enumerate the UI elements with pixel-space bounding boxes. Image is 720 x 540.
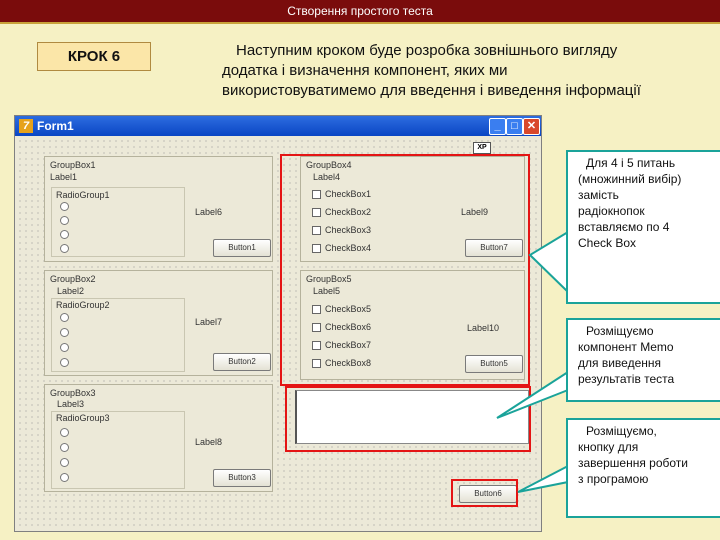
callout-line: замість: [578, 188, 619, 202]
callout-line: компонент Memo: [578, 340, 674, 354]
callout-line: з програмою: [578, 472, 649, 486]
callout-checkbox-note: Для 4 і 5 питань (множинний вибір) заміс…: [566, 150, 720, 304]
callout-line: Check Box: [578, 236, 637, 250]
callout-line: Для 4 і 5 питань: [586, 156, 676, 170]
callout-line: Розміщуємо,: [586, 424, 657, 438]
callout-line: кнопку для: [578, 440, 639, 454]
callout-pointer-memo: [496, 370, 569, 419]
callout-line: (множинний вибір): [578, 172, 682, 186]
callout-line: результатів теста: [578, 372, 675, 386]
callout-line: вставляємо по 4: [578, 220, 670, 234]
callout-pointer-checkbox: [528, 230, 569, 295]
callout-line: радіокнопок: [578, 204, 645, 218]
callout-line: Розміщуємо: [586, 324, 654, 338]
callout-line: для виведення: [578, 356, 661, 370]
callout-memo-note: Розміщуємо компонент Memo для виведення …: [566, 318, 720, 402]
callout-pointer-button: [517, 464, 569, 493]
callout-button-note: Розміщуємо, кнопку для завершення роботи…: [566, 418, 720, 518]
callout-line: завершення роботи: [578, 456, 688, 470]
